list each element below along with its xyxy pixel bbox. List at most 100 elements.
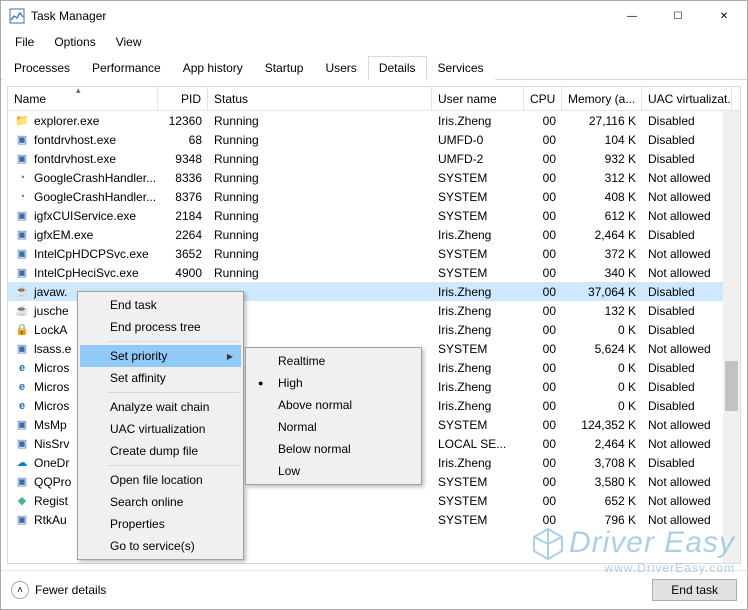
ctx-analyze-wait-chain[interactable]: Analyze wait chain (80, 396, 241, 418)
table-row[interactable]: ▣fontdrvhost.exe9348RunningUMFD-200932 K… (8, 149, 740, 168)
table-row[interactable]: ▣igfxEM.exe2264RunningIris.Zheng002,464 … (8, 225, 740, 244)
cell-uac: Not allowed (642, 437, 732, 451)
cell-pid: 9348 (158, 152, 208, 166)
cell-cpu: 00 (524, 209, 562, 223)
ctx-end-process-tree[interactable]: End process tree (80, 316, 241, 338)
process-name: IntelCpHeciSvc.exe (34, 266, 139, 280)
cell-cpu: 00 (524, 399, 562, 413)
cell-mem: 932 K (562, 152, 642, 166)
ctx-end-task[interactable]: End task (80, 294, 241, 316)
context-submenu-priority: Realtime●HighAbove normalNormalBelow nor… (245, 347, 422, 485)
column-header-user[interactable]: User name (432, 87, 524, 110)
table-row[interactable]: 📁explorer.exe12360RunningIris.Zheng0027,… (8, 111, 740, 130)
cell-uac: Not allowed (642, 475, 732, 489)
column-header-pid[interactable]: PID (158, 87, 208, 110)
menu-file[interactable]: File (7, 33, 42, 51)
process-name: RtkAu (34, 513, 67, 527)
process-name: OneDr (34, 456, 69, 470)
column-header-uac[interactable]: UAC virtualizat... (642, 87, 732, 110)
maximize-button[interactable]: ☐ (655, 1, 701, 31)
column-header-status[interactable]: Status (208, 87, 432, 110)
cell-mem: 132 K (562, 304, 642, 318)
tab-services[interactable]: Services (427, 56, 495, 80)
tab-app-history[interactable]: App history (172, 56, 254, 80)
cell-cpu: 00 (524, 133, 562, 147)
cell-mem: 652 K (562, 494, 642, 508)
column-header-name[interactable]: Name (8, 87, 158, 110)
ctx-priority-normal[interactable]: Normal (248, 416, 419, 438)
cell-cpu: 00 (524, 342, 562, 356)
e-icon: e (14, 379, 30, 395)
cell-mem: 2,464 K (562, 228, 642, 242)
tab-details[interactable]: Details (368, 56, 427, 80)
exe-icon: ▣ (14, 132, 30, 148)
cell-status: Running (208, 152, 432, 166)
ctx-properties[interactable]: Properties (80, 513, 241, 535)
cell-uac: Disabled (642, 323, 732, 337)
table-row[interactable]: ▣fontdrvhost.exe68RunningUMFD-000104 KDi… (8, 130, 740, 149)
tab-users[interactable]: Users (314, 56, 367, 80)
column-header-mem[interactable]: Memory (a... (562, 87, 642, 110)
process-name: Micros (34, 361, 69, 375)
ctx-go-to-service-s-[interactable]: Go to service(s) (80, 535, 241, 557)
cell-user: LOCAL SE... (432, 437, 524, 451)
ctx-open-file-location[interactable]: Open file location (80, 469, 241, 491)
tab-startup[interactable]: Startup (254, 56, 315, 80)
table-row[interactable]: ◔GoogleCrashHandler...8336RunningSYSTEM0… (8, 168, 740, 187)
close-button[interactable]: ✕ (701, 1, 747, 31)
cell-user: Iris.Zheng (432, 228, 524, 242)
ctx-set-priority[interactable]: Set priority (80, 345, 241, 367)
cell-cpu: 00 (524, 475, 562, 489)
cell-mem: 408 K (562, 190, 642, 204)
table-row[interactable]: ▣igfxCUIService.exe2184RunningSYSTEM0061… (8, 206, 740, 225)
cell-user: SYSTEM (432, 494, 524, 508)
e-icon: e (14, 398, 30, 414)
cell-uac: Disabled (642, 380, 732, 394)
ctx-create-dump-file[interactable]: Create dump file (80, 440, 241, 462)
cell-cpu: 00 (524, 285, 562, 299)
exe-icon: ▣ (14, 474, 30, 490)
ctx-priority-high[interactable]: ●High (248, 372, 419, 394)
cell-mem: 104 K (562, 133, 642, 147)
table-row[interactable]: ▣IntelCpHDCPSvc.exe3652RunningSYSTEM0037… (8, 244, 740, 263)
cell-cpu: 00 (524, 437, 562, 451)
cell-uac: Not allowed (642, 266, 732, 280)
tab-processes[interactable]: Processes (3, 56, 81, 80)
disk-icon: ◔ (14, 189, 30, 205)
end-task-button[interactable]: End task (652, 579, 737, 601)
scrollbar-thumb[interactable] (725, 361, 738, 411)
exe-icon: ▣ (14, 227, 30, 243)
menu-view[interactable]: View (108, 33, 150, 51)
ctx-uac-virtualization[interactable]: UAC virtualization (80, 418, 241, 440)
process-name: Regist (34, 494, 68, 508)
java-icon: ☕ (14, 284, 30, 300)
e-icon: e (14, 360, 30, 376)
cell-uac: Disabled (642, 285, 732, 299)
cell-user: Iris.Zheng (432, 456, 524, 470)
menu-options[interactable]: Options (46, 33, 103, 51)
footer: ˄ Fewer details End task (1, 570, 747, 609)
titlebar: Task Manager — ☐ ✕ (1, 1, 747, 31)
table-row[interactable]: ◔GoogleCrashHandler...8376RunningSYSTEM0… (8, 187, 740, 206)
ctx-priority-low[interactable]: Low (248, 460, 419, 482)
ctx-priority-realtime[interactable]: Realtime (248, 350, 419, 372)
cell-mem: 372 K (562, 247, 642, 261)
minimize-button[interactable]: — (609, 1, 655, 31)
ctx-set-affinity[interactable]: Set affinity (80, 367, 241, 389)
app-icon (9, 8, 25, 24)
sort-indicator-icon: ▴ (76, 86, 81, 96)
fewer-details-toggle[interactable]: ˄ Fewer details (11, 581, 106, 599)
column-header-cpu[interactable]: CPU (524, 87, 562, 110)
cell-cpu: 00 (524, 190, 562, 204)
ctx-search-online[interactable]: Search online (80, 491, 241, 513)
process-name: fontdrvhost.exe (34, 133, 116, 147)
vertical-scrollbar[interactable] (723, 111, 740, 563)
cell-cpu: 00 (524, 380, 562, 394)
cell-user: Iris.Zheng (432, 114, 524, 128)
cell-uac: Disabled (642, 361, 732, 375)
tab-performance[interactable]: Performance (81, 56, 172, 80)
ctx-priority-below-normal[interactable]: Below normal (248, 438, 419, 460)
cell-uac: Disabled (642, 228, 732, 242)
table-row[interactable]: ▣IntelCpHeciSvc.exe4900RunningSYSTEM0034… (8, 263, 740, 282)
ctx-priority-above-normal[interactable]: Above normal (248, 394, 419, 416)
